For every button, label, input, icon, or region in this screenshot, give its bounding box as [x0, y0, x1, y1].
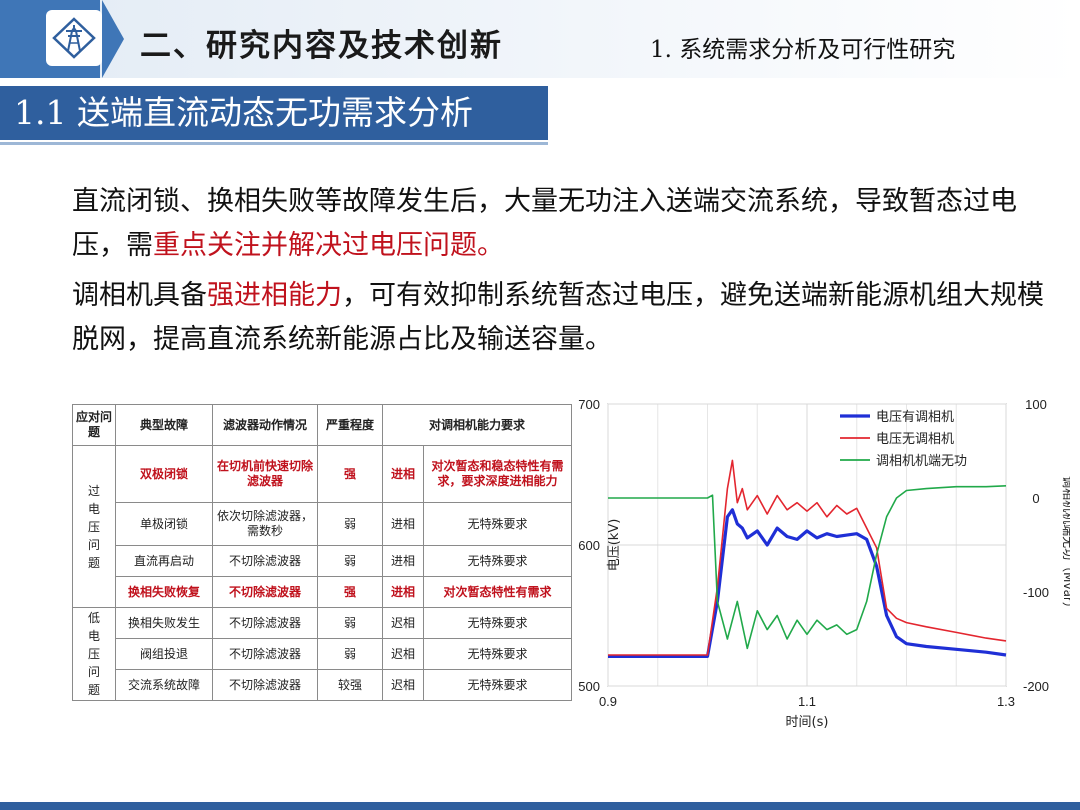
mode-cell: 进相 [382, 502, 424, 546]
category-overvoltage: 过电压问题 [72, 445, 116, 608]
table-row: 阀组投退 不切除滤波器 弱 迟相 无特殊要求 [73, 638, 572, 670]
y-tick-label: 700 [578, 397, 600, 412]
legend-label-0: 电压有调相机 [876, 410, 954, 425]
x-axis-label: 时间(s) [786, 715, 829, 730]
footer-bar [0, 802, 1080, 810]
y2-tick-label: 100 [1025, 397, 1047, 412]
col-header-requirement: 对调相机能力要求 [382, 404, 572, 446]
requirements-table-wrap: 应对问题 典型故障 滤波器动作情况 严重程度 对调相机能力要求 过电压问题 双极… [72, 404, 572, 701]
table-row: 低电压问题 换相失败发生 不切除滤波器 弱 迟相 无特殊要求 [72, 607, 572, 701]
y2-axis-label: 调相机机端无功（Mvar） [1061, 476, 1070, 614]
x-tick-label: 1.3 [997, 694, 1015, 709]
severity-cell: 较强 [317, 669, 383, 701]
filter-cell: 在切机前快速切除滤波器 [212, 445, 318, 503]
fault-cell: 双极闭锁 [115, 445, 213, 503]
y2-tick-label: -100 [1023, 585, 1049, 600]
y2-tick-label: 0 [1032, 491, 1039, 506]
section-underline [0, 142, 548, 145]
table-row: 交流系统故障 不切除滤波器 较强 迟相 无特殊要求 [73, 669, 572, 701]
table-row: 换相失败恢复 不切除滤波器 强 进相 对次暂态特性有需求 [73, 576, 572, 608]
header-chevron [102, 0, 124, 78]
severity-cell: 弱 [317, 502, 383, 546]
y2-tick-label: -200 [1023, 679, 1049, 694]
category-undervoltage-label: 低电压问题 [87, 611, 100, 697]
col-header-problem: 应对问题 [72, 404, 116, 446]
legend-label-2: 调相机机端无功 [876, 454, 967, 469]
severity-cell: 强 [317, 576, 383, 608]
category-undervoltage: 低电压问题 [72, 607, 116, 701]
paragraph-2-highlight: 强进相能力 [207, 280, 342, 311]
filter-cell: 不切除滤波器 [212, 638, 318, 670]
mode-cell: 迟相 [382, 607, 424, 639]
mode-cell: 迟相 [382, 669, 424, 701]
x-tick-label: 1.1 [798, 694, 816, 709]
requirements-table: 应对问题 典型故障 滤波器动作情况 严重程度 对调相机能力要求 过电压问题 双极… [72, 404, 572, 701]
filter-cell: 不切除滤波器 [212, 545, 318, 577]
table-row: 直流再启动 不切除滤波器 弱 进相 无特殊要求 [73, 545, 572, 577]
category-overvoltage-label: 过电压问题 [87, 483, 100, 570]
mode-cell: 迟相 [382, 638, 424, 670]
page-title: 二、研究内容及技术创新 [140, 28, 503, 64]
fault-cell: 交流系统故障 [115, 669, 213, 701]
y-tick-label: 600 [578, 538, 600, 553]
section-title: 1.1 送端直流动态无功需求分析 [0, 86, 548, 140]
mode-cell: 进相 [382, 445, 424, 503]
col-header-severity: 严重程度 [317, 404, 383, 446]
mode-cell: 进相 [382, 576, 424, 608]
filter-cell: 依次切除滤波器，需数秒 [212, 502, 318, 546]
fault-cell: 阀组投退 [115, 638, 213, 670]
power-tower-icon [52, 17, 96, 59]
paragraph-1-highlight: 重点关注并解决过电压问题。 [153, 230, 504, 261]
col-header-fault: 典型故障 [115, 404, 213, 446]
y-axis-label: 电压(kV) [607, 519, 622, 572]
filter-cell: 不切除滤波器 [212, 576, 318, 608]
fault-cell: 换相失败恢复 [115, 576, 213, 608]
paragraph-2: 调相机具备强进相能力，可有效抑制系统暂态过电压，避免送端新能源机组大规模脱网，提… [72, 274, 1062, 362]
filter-cell: 不切除滤波器 [212, 669, 318, 701]
voltage-chart: 0.9 1.1 1.3 500 600 700 -200 -100 0 100 时间(s) 电压(kV… [578, 397, 1070, 730]
severity-cell: 强 [317, 445, 383, 503]
paragraph-2-text-a: 调相机具备 [72, 280, 207, 311]
table-row: 单极闭锁 依次切除滤波器，需数秒 弱 进相 无特殊要求 [73, 502, 572, 546]
logo [46, 10, 102, 66]
severity-cell: 弱 [317, 545, 383, 577]
severity-cell: 弱 [317, 638, 383, 670]
table-header-row: 应对问题 典型故障 滤波器动作情况 严重程度 对调相机能力要求 [72, 404, 572, 446]
fault-cell: 直流再启动 [115, 545, 213, 577]
mode-cell: 进相 [382, 545, 424, 577]
y-tick-label: 500 [578, 679, 600, 694]
fault-cell: 单极闭锁 [115, 502, 213, 546]
severity-cell: 弱 [317, 607, 383, 639]
filter-cell: 不切除滤波器 [212, 607, 318, 639]
paragraph-1: 直流闭锁、换相失败等故障发生后，大量无功注入送端交流系统，导致暂态过电压，需重点… [72, 180, 1062, 268]
table-row: 过电压问题 双极闭锁 在切机前快速切除滤波器 强 进相 对次暂态和稳态特性有需求… [72, 445, 572, 608]
legend-label-1: 电压无调相机 [876, 432, 954, 447]
page-subtitle: 1. 系统需求分析及可行性研究 [650, 37, 956, 63]
x-tick-label: 0.9 [599, 694, 617, 709]
fault-cell: 换相失败发生 [115, 607, 213, 639]
col-header-filter: 滤波器动作情况 [212, 404, 318, 446]
